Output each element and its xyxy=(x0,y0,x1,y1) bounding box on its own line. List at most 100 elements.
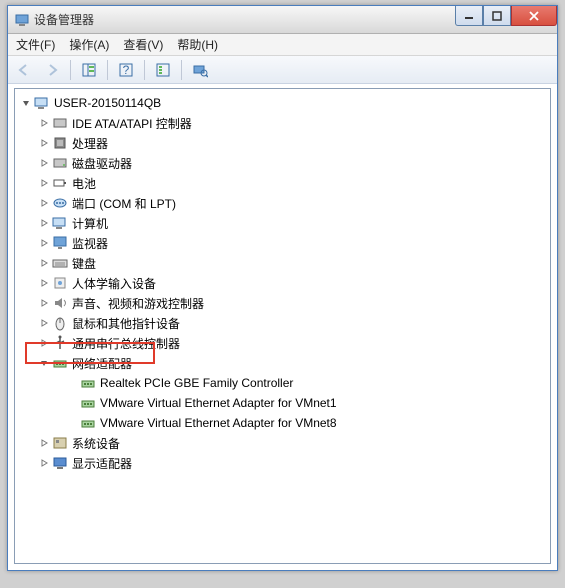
window-title: 设备管理器 xyxy=(34,11,94,28)
tree-category[interactable]: 键盘 xyxy=(17,253,548,273)
tree-label: 通用串行总线控制器 xyxy=(72,335,180,352)
tree-category[interactable]: 监视器 xyxy=(17,233,548,253)
tree-device[interactable]: VMware Virtual Ethernet Adapter for VMne… xyxy=(17,393,548,413)
expand-collapse-icon[interactable] xyxy=(37,316,51,330)
scan-hardware-button[interactable] xyxy=(188,59,212,81)
tree-label: 计算机 xyxy=(72,215,108,232)
tree-root[interactable]: USER-20150114QB xyxy=(17,93,548,113)
tree-label: 端口 (COM 和 LPT) xyxy=(72,195,176,212)
tree-label: IDE ATA/ATAPI 控制器 xyxy=(72,115,192,132)
ide-controller-icon xyxy=(52,115,68,131)
tree-label: 网络适配器 xyxy=(72,355,132,372)
no-twisty xyxy=(65,376,79,390)
toolbar-separator xyxy=(70,60,71,80)
tree-label: 磁盘驱动器 xyxy=(72,155,132,172)
tree-category[interactable]: 计算机 xyxy=(17,213,548,233)
menu-view[interactable]: 查看(V) xyxy=(123,36,163,53)
tree-label: USER-20150114QB xyxy=(54,96,161,110)
tree-category[interactable]: 端口 (COM 和 LPT) xyxy=(17,193,548,213)
tree-category[interactable]: 电池 xyxy=(17,173,548,193)
processor-icon xyxy=(52,135,68,151)
toolbar: ? xyxy=(8,56,557,84)
menubar: 文件(F) 操作(A) 查看(V) 帮助(H) xyxy=(8,34,557,56)
expand-collapse-icon[interactable] xyxy=(37,156,51,170)
tree-category[interactable]: 鼠标和其他指针设备 xyxy=(17,313,548,333)
expand-collapse-icon[interactable] xyxy=(37,276,51,290)
tree-label: 鼠标和其他指针设备 xyxy=(72,315,180,332)
expand-collapse-icon[interactable] xyxy=(37,216,51,230)
tree-label: 键盘 xyxy=(72,255,96,272)
disk-drive-icon xyxy=(52,155,68,171)
network-adapter-icon xyxy=(80,415,96,431)
tree-category[interactable]: 磁盘驱动器 xyxy=(17,153,548,173)
tree-category[interactable]: 声音、视频和游戏控制器 xyxy=(17,293,548,313)
expand-collapse-icon[interactable] xyxy=(37,196,51,210)
device-tree-pane[interactable]: USER-20150114QB IDE ATA/ATAPI 控制器处理器磁盘驱动器… xyxy=(14,88,551,564)
tree-category[interactable]: 网络适配器 xyxy=(17,353,548,373)
tree-category[interactable]: 通用串行总线控制器 xyxy=(17,333,548,353)
expand-collapse-icon[interactable] xyxy=(19,96,33,110)
titlebar[interactable]: 设备管理器 xyxy=(8,6,557,34)
expand-collapse-icon[interactable] xyxy=(37,256,51,270)
back-button[interactable] xyxy=(12,59,36,81)
network-adapter-icon xyxy=(80,375,96,391)
tree-label: 电池 xyxy=(72,175,96,192)
tree-label: 声音、视频和游戏控制器 xyxy=(72,295,204,312)
expand-collapse-icon[interactable] xyxy=(37,176,51,190)
expand-collapse-icon[interactable] xyxy=(37,236,51,250)
display-adapter-icon xyxy=(52,455,68,471)
window-controls xyxy=(455,6,557,26)
tree-label: 系统设备 xyxy=(72,435,120,452)
expand-collapse-icon[interactable] xyxy=(37,296,51,310)
no-twisty xyxy=(65,396,79,410)
tree-label: 监视器 xyxy=(72,235,108,252)
tree-label: 人体学输入设备 xyxy=(72,275,156,292)
tree-category[interactable]: IDE ATA/ATAPI 控制器 xyxy=(17,113,548,133)
tree-label: 显示适配器 xyxy=(72,455,132,472)
tree-device[interactable]: Realtek PCIe GBE Family Controller xyxy=(17,373,548,393)
computer-icon xyxy=(34,95,50,111)
tree-category[interactable]: 人体学输入设备 xyxy=(17,273,548,293)
expand-collapse-icon[interactable] xyxy=(37,456,51,470)
minimize-button[interactable] xyxy=(455,6,483,26)
expand-collapse-icon[interactable] xyxy=(37,136,51,150)
tree-label: VMware Virtual Ethernet Adapter for VMne… xyxy=(100,396,337,410)
tree-device[interactable]: VMware Virtual Ethernet Adapter for VMne… xyxy=(17,413,548,433)
details-button[interactable] xyxy=(151,59,175,81)
port-icon xyxy=(52,195,68,211)
svg-text:?: ? xyxy=(123,63,130,77)
sound-icon xyxy=(52,295,68,311)
no-twisty xyxy=(65,416,79,430)
battery-icon xyxy=(52,175,68,191)
menu-file[interactable]: 文件(F) xyxy=(16,36,55,53)
expand-collapse-icon[interactable] xyxy=(37,356,51,370)
device-tree: USER-20150114QB IDE ATA/ATAPI 控制器处理器磁盘驱动器… xyxy=(15,89,550,477)
tree-label: VMware Virtual Ethernet Adapter for VMne… xyxy=(100,416,337,430)
tree-category[interactable]: 显示适配器 xyxy=(17,453,548,473)
help-button[interactable]: ? xyxy=(114,59,138,81)
tree-label: Realtek PCIe GBE Family Controller xyxy=(100,376,293,390)
toolbar-separator xyxy=(181,60,182,80)
usb-controller-icon xyxy=(52,335,68,351)
show-hide-tree-button[interactable] xyxy=(77,59,101,81)
mouse-icon xyxy=(52,315,68,331)
maximize-button[interactable] xyxy=(483,6,511,26)
monitor-icon xyxy=(52,235,68,251)
network-adapter-icon xyxy=(52,355,68,371)
device-manager-window: 设备管理器 文件(F) 操作(A) 查看(V) 帮助(H) ? USER-201… xyxy=(7,5,558,571)
forward-button[interactable] xyxy=(40,59,64,81)
tree-category[interactable]: 系统设备 xyxy=(17,433,548,453)
menu-help[interactable]: 帮助(H) xyxy=(177,36,218,53)
expand-collapse-icon[interactable] xyxy=(37,116,51,130)
app-icon xyxy=(14,12,30,28)
hid-icon xyxy=(52,275,68,291)
expand-collapse-icon[interactable] xyxy=(37,336,51,350)
tree-label: 处理器 xyxy=(72,135,108,152)
system-device-icon xyxy=(52,435,68,451)
menu-action[interactable]: 操作(A) xyxy=(69,36,109,53)
keyboard-icon xyxy=(52,255,68,271)
computer-icon xyxy=(52,215,68,231)
tree-category[interactable]: 处理器 xyxy=(17,133,548,153)
close-button[interactable] xyxy=(511,6,557,26)
expand-collapse-icon[interactable] xyxy=(37,436,51,450)
